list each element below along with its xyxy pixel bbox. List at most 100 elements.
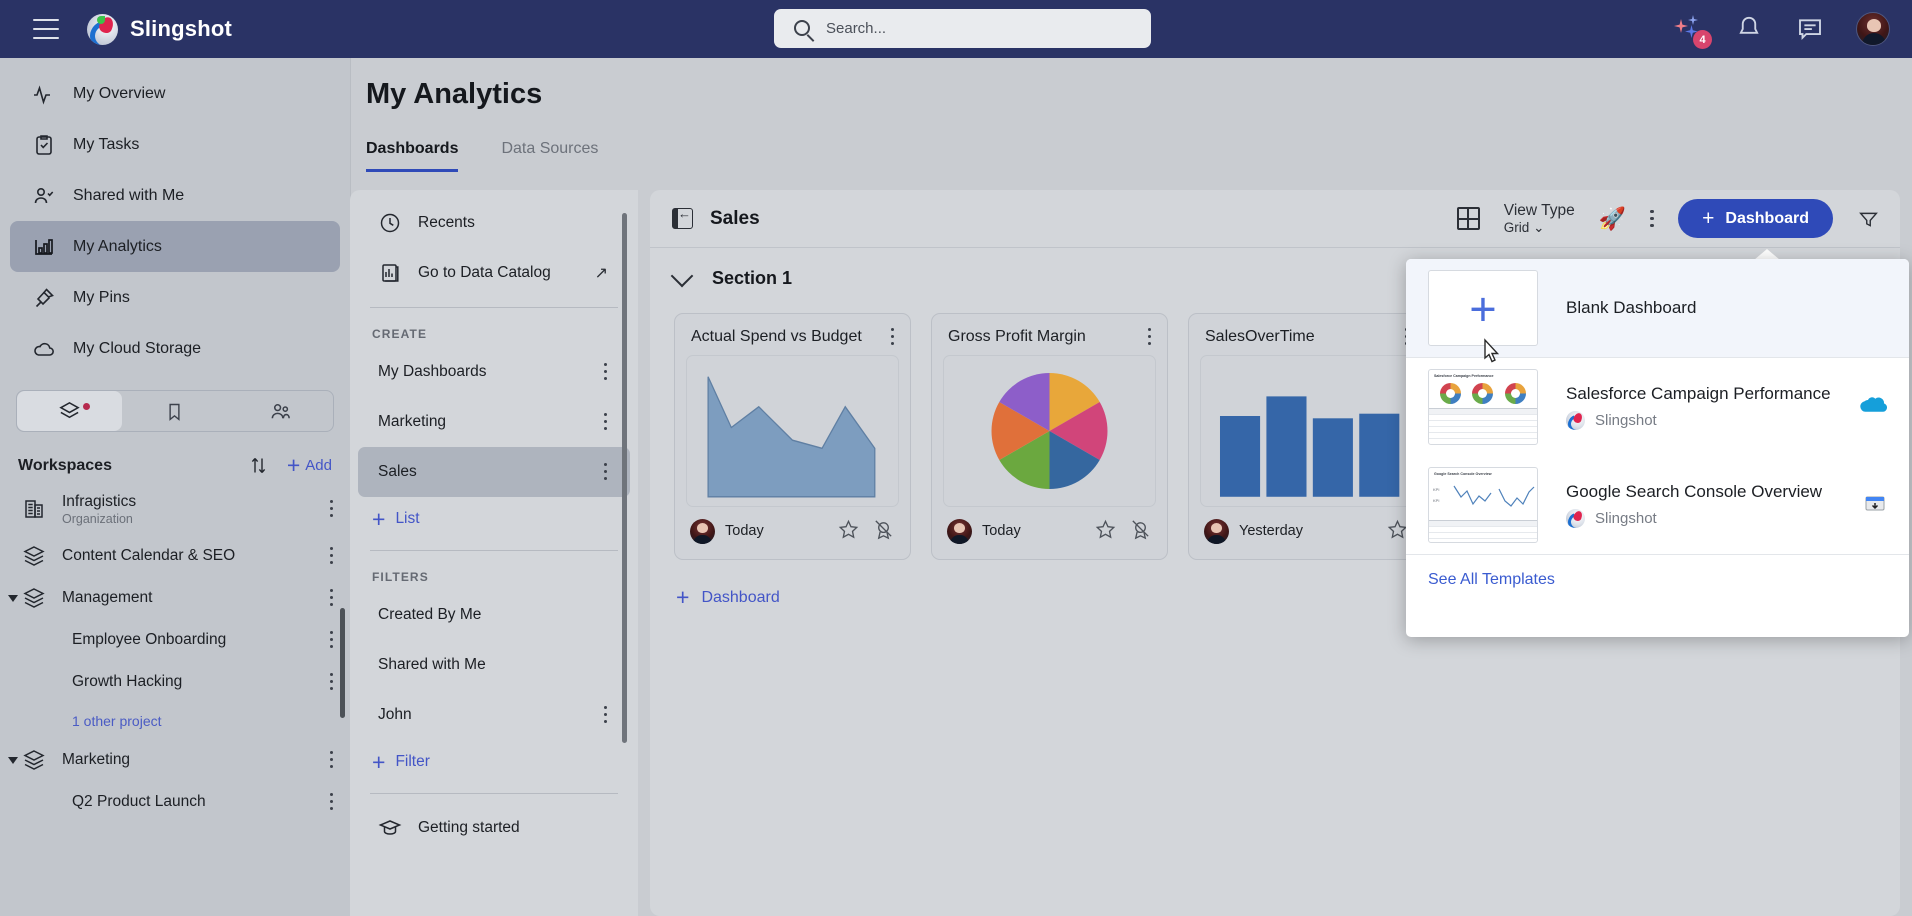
workspaces-title: Workspaces bbox=[18, 456, 112, 474]
tab-bookmarks[interactable] bbox=[122, 391, 227, 431]
kebab-menu-icon[interactable] bbox=[330, 547, 334, 565]
filter-item-john[interactable]: John bbox=[358, 690, 630, 740]
dashboard-card[interactable]: Actual Spend vs Budget Today bbox=[674, 313, 911, 560]
panel-item-recents[interactable]: Recents bbox=[358, 198, 630, 248]
sparkle-ai-icon[interactable]: 4 bbox=[1673, 14, 1712, 49]
brand[interactable]: Slingshot bbox=[87, 13, 232, 45]
filter-item-created-by-me[interactable]: Created By Me bbox=[358, 590, 630, 640]
panel-label: Sales bbox=[378, 463, 417, 480]
sidebar-item-shared-with-me[interactable]: Shared with Me bbox=[10, 170, 340, 221]
panel-item-marketing[interactable]: Marketing bbox=[358, 397, 630, 447]
workspace-item-q2-product-launch[interactable]: Q2 Product Launch bbox=[0, 781, 350, 823]
tab-people[interactable] bbox=[228, 391, 333, 431]
grid-view-icon[interactable] bbox=[1456, 207, 1480, 230]
kebab-menu-icon[interactable] bbox=[604, 706, 608, 724]
dropdown-item-salesforce-campaign-performance[interactable]: Salesforce Campaign Performance Salesfor… bbox=[1406, 358, 1909, 456]
view-type-selector[interactable]: View Type Grid ⌄ bbox=[1504, 202, 1575, 235]
panel-collapse-icon[interactable] bbox=[672, 206, 693, 229]
graduation-cap-icon bbox=[378, 816, 402, 840]
panel-item-my-dashboards[interactable]: My Dashboards bbox=[358, 347, 630, 397]
top-app-bar: Slingshot 4 bbox=[0, 0, 1912, 58]
workspace-item-content-calendar-seo[interactable]: Content Calendar & SEO bbox=[0, 535, 350, 577]
dropdown-item-title: Google Search Console Overview bbox=[1566, 482, 1823, 501]
filter-item-shared-with-me[interactable]: Shared with Me bbox=[358, 640, 630, 690]
search-container bbox=[774, 9, 1151, 48]
sidebar-item-my-overview[interactable]: My Overview bbox=[10, 68, 340, 119]
tab-data-sources[interactable]: Data Sources bbox=[501, 140, 598, 172]
user-avatar[interactable] bbox=[1856, 12, 1890, 46]
chevron-down-icon[interactable] bbox=[670, 264, 694, 287]
sidebar-item-my-analytics[interactable]: My Analytics bbox=[10, 221, 340, 272]
add-workspace-button[interactable]: + Add bbox=[287, 454, 332, 477]
workspaces-header: Workspaces + Add bbox=[18, 454, 332, 477]
card-timestamp: Today bbox=[725, 523, 764, 539]
sidebar-scrollbar[interactable] bbox=[340, 608, 345, 718]
add-dashboard-button[interactable]: + Dashboard bbox=[1678, 199, 1833, 238]
panel-item-getting-started[interactable]: Getting started bbox=[358, 803, 630, 853]
search-input[interactable] bbox=[774, 9, 1151, 48]
kebab-menu-icon[interactable] bbox=[330, 589, 334, 607]
clipboard-check-icon bbox=[32, 133, 56, 157]
unsubscribe-badge-icon[interactable] bbox=[1129, 518, 1152, 545]
sidebar-item-my-cloud-storage[interactable]: My Cloud Storage bbox=[10, 323, 340, 374]
tab-dashboards[interactable]: Dashboards bbox=[366, 140, 459, 172]
kebab-menu-icon[interactable] bbox=[330, 751, 334, 769]
kebab-menu-icon[interactable] bbox=[1650, 209, 1654, 228]
favorite-star-icon[interactable] bbox=[837, 518, 860, 545]
tab-layers[interactable] bbox=[17, 391, 123, 431]
workspace-item-employee-onboarding[interactable]: Employee Onboarding bbox=[0, 619, 350, 661]
add-filter-button[interactable]: + Filter bbox=[350, 740, 638, 784]
sidebar-item-my-pins[interactable]: My Pins bbox=[10, 272, 340, 323]
hamburger-menu-icon[interactable] bbox=[33, 19, 59, 39]
workspace-item-growth-hacking[interactable]: Growth Hacking bbox=[0, 661, 350, 703]
card-footer: Today bbox=[686, 514, 899, 548]
panel-scrollbar[interactable] bbox=[622, 213, 627, 743]
sort-arrows-icon[interactable] bbox=[248, 455, 269, 476]
dropdown-item-google-search-console-overview[interactable]: Google Search Console Overview KPI KPI Go… bbox=[1406, 456, 1909, 554]
workspace-label: Growth Hacking bbox=[72, 673, 183, 690]
panel-label: My Dashboards bbox=[378, 363, 487, 380]
section-title: Section 1 bbox=[712, 268, 793, 288]
workspace-item-management[interactable]: Management bbox=[0, 577, 350, 619]
kebab-menu-icon[interactable] bbox=[330, 631, 334, 649]
favorite-star-icon[interactable] bbox=[1094, 518, 1117, 545]
kebab-menu-icon[interactable] bbox=[1148, 328, 1152, 346]
avatar bbox=[1204, 518, 1229, 544]
workspace-item-marketing[interactable]: Marketing bbox=[0, 739, 350, 781]
sidebar-item-my-tasks[interactable]: My Tasks bbox=[10, 119, 340, 170]
area-chart bbox=[707, 376, 876, 498]
panel-item-sales[interactable]: Sales bbox=[358, 447, 630, 497]
layers-icon bbox=[22, 748, 48, 772]
mouse-cursor bbox=[1484, 338, 1500, 363]
chevron-down-icon: ⌄ bbox=[1533, 219, 1545, 235]
thumb-caption: Google Search Console Overview bbox=[1434, 472, 1492, 476]
dashboard-card[interactable]: Gross Profit Margin Today bbox=[931, 313, 1168, 560]
kebab-menu-icon[interactable] bbox=[891, 328, 895, 346]
funnel-filter-icon[interactable] bbox=[1857, 209, 1880, 229]
kebab-menu-icon[interactable] bbox=[604, 413, 608, 431]
panel-item-data-catalog[interactable]: Go to Data Catalog ↗ bbox=[358, 248, 630, 298]
rocket-icon[interactable]: 🚀 bbox=[1599, 206, 1626, 232]
unsubscribe-badge-icon[interactable] bbox=[872, 518, 895, 545]
add-list-button[interactable]: + List bbox=[350, 497, 638, 541]
chevron-down-icon[interactable] bbox=[8, 594, 18, 602]
sidebar-label: My Overview bbox=[73, 84, 166, 102]
pin-icon bbox=[32, 286, 56, 310]
dashboard-card[interactable]: SalesOverTime Yesterday bbox=[1188, 313, 1425, 560]
workspace-item-infragistics[interactable]: Infragistics Organization bbox=[0, 483, 350, 535]
bell-notification-icon[interactable] bbox=[1734, 14, 1764, 44]
secondary-panel: Recents Go to Data Catalog ↗ CREATE My D… bbox=[350, 190, 638, 916]
chat-bubble-icon[interactable] bbox=[1795, 14, 1825, 44]
kebab-menu-icon[interactable] bbox=[604, 463, 608, 481]
kebab-menu-icon[interactable] bbox=[330, 500, 334, 518]
chevron-down-icon[interactable] bbox=[8, 756, 18, 764]
workspace-label: Q2 Product Launch bbox=[72, 793, 206, 810]
kebab-menu-icon[interactable] bbox=[330, 793, 334, 811]
kebab-menu-icon[interactable] bbox=[330, 673, 334, 691]
new-dashboard-dropdown: + Blank Dashboard Salesforce Campaign Pe… bbox=[1406, 259, 1909, 637]
layers-icon bbox=[22, 586, 48, 610]
other-projects-link[interactable]: 1 other project bbox=[0, 703, 350, 739]
kebab-menu-icon[interactable] bbox=[604, 363, 608, 381]
sidebar-label: My Cloud Storage bbox=[73, 339, 202, 357]
see-all-templates-link[interactable]: See All Templates bbox=[1406, 555, 1909, 605]
